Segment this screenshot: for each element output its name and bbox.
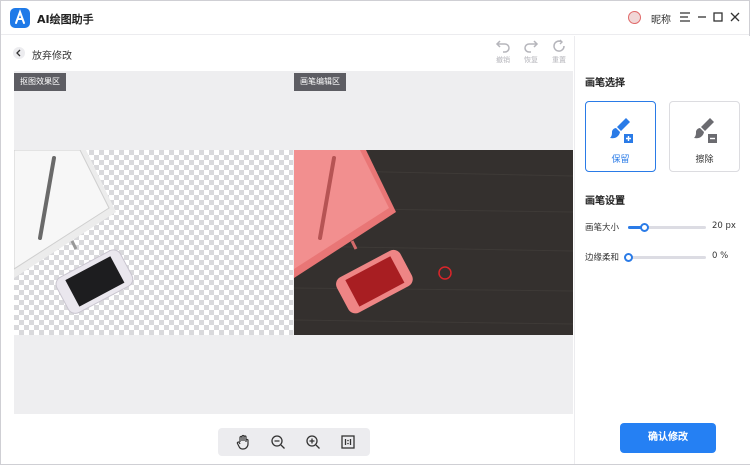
back-icon[interactable]	[12, 46, 26, 60]
undo-button[interactable]: 撤销	[490, 39, 516, 67]
keep-label: 保留	[611, 155, 630, 165]
redo-button[interactable]: 恢复	[518, 39, 544, 67]
edge-soft-slider[interactable]	[624, 253, 706, 262]
brush-size-value: 20 px	[712, 221, 736, 231]
keep-brush-icon	[609, 118, 633, 143]
cutout-result-tag: 抠图效果区	[14, 73, 66, 91]
erase-brush-icon	[693, 118, 717, 143]
nickname[interactable]: 昵称	[651, 11, 671, 26]
minimize-icon[interactable]	[695, 10, 709, 24]
fit-1to1-icon[interactable]	[340, 434, 356, 450]
reset-icon	[553, 39, 565, 52]
redo-label: 恢复	[524, 56, 538, 64]
zoom-in-icon[interactable]	[305, 434, 321, 450]
redo-icon	[524, 40, 539, 53]
close-icon[interactable]	[728, 10, 742, 24]
brush-select-title: 画笔选择	[585, 78, 625, 89]
reset-label: 重置	[552, 56, 566, 64]
view-tools	[218, 428, 370, 456]
hand-icon[interactable]	[235, 434, 251, 450]
app-title: AI绘图助手	[37, 13, 94, 26]
keep-brush-button[interactable]: 保留	[585, 101, 656, 172]
brush-panel: 画笔选择 保留 擦除 画笔设置 画笔大小 20 px 边缘柔和 0 % 确认修改	[574, 36, 750, 464]
edge-soft-knob[interactable]	[624, 253, 633, 262]
brush-edit-canvas[interactable]	[294, 150, 573, 335]
zoom-out-icon[interactable]	[270, 434, 286, 450]
brush-size-slider[interactable]	[628, 223, 706, 232]
app-window: AI绘图助手 昵称 放弃修改 撤销 恢复 重置 抠图效果区 画笔编辑区 画笔选择…	[0, 0, 750, 465]
brush-edit-tag: 画笔编辑区	[294, 73, 346, 91]
edge-soft-label: 边缘柔和	[585, 253, 620, 263]
cutout-preview	[13, 149, 293, 335]
edge-soft-value: 0 %	[712, 251, 729, 261]
undo-label: 撤销	[496, 56, 510, 64]
avatar[interactable]	[628, 11, 641, 24]
brush-cursor	[438, 266, 452, 280]
highlighted-phone	[336, 249, 413, 314]
title-bar: AI绘图助手 昵称	[1, 1, 749, 35]
brush-settings-title: 画笔设置	[585, 196, 625, 207]
erase-label: 擦除	[695, 155, 714, 165]
reset-button[interactable]: 重置	[546, 39, 572, 67]
editor-toolbar: 放弃修改 撤销 恢复 重置	[1, 36, 573, 70]
brush-size-knob[interactable]	[639, 223, 649, 232]
app-logo	[10, 8, 30, 28]
undo-icon	[495, 40, 510, 53]
maximize-icon[interactable]	[711, 10, 725, 24]
brush-size-label: 画笔大小	[585, 223, 620, 233]
menu-icon[interactable]	[678, 10, 692, 24]
erase-brush-button[interactable]: 擦除	[669, 101, 740, 172]
confirm-changes-button[interactable]: 确认修改	[620, 423, 716, 453]
phone-image	[55, 249, 134, 314]
canvas-area[interactable]: 抠图效果区 画笔编辑区	[13, 71, 573, 414]
discard-changes-button[interactable]: 放弃修改	[32, 47, 72, 62]
